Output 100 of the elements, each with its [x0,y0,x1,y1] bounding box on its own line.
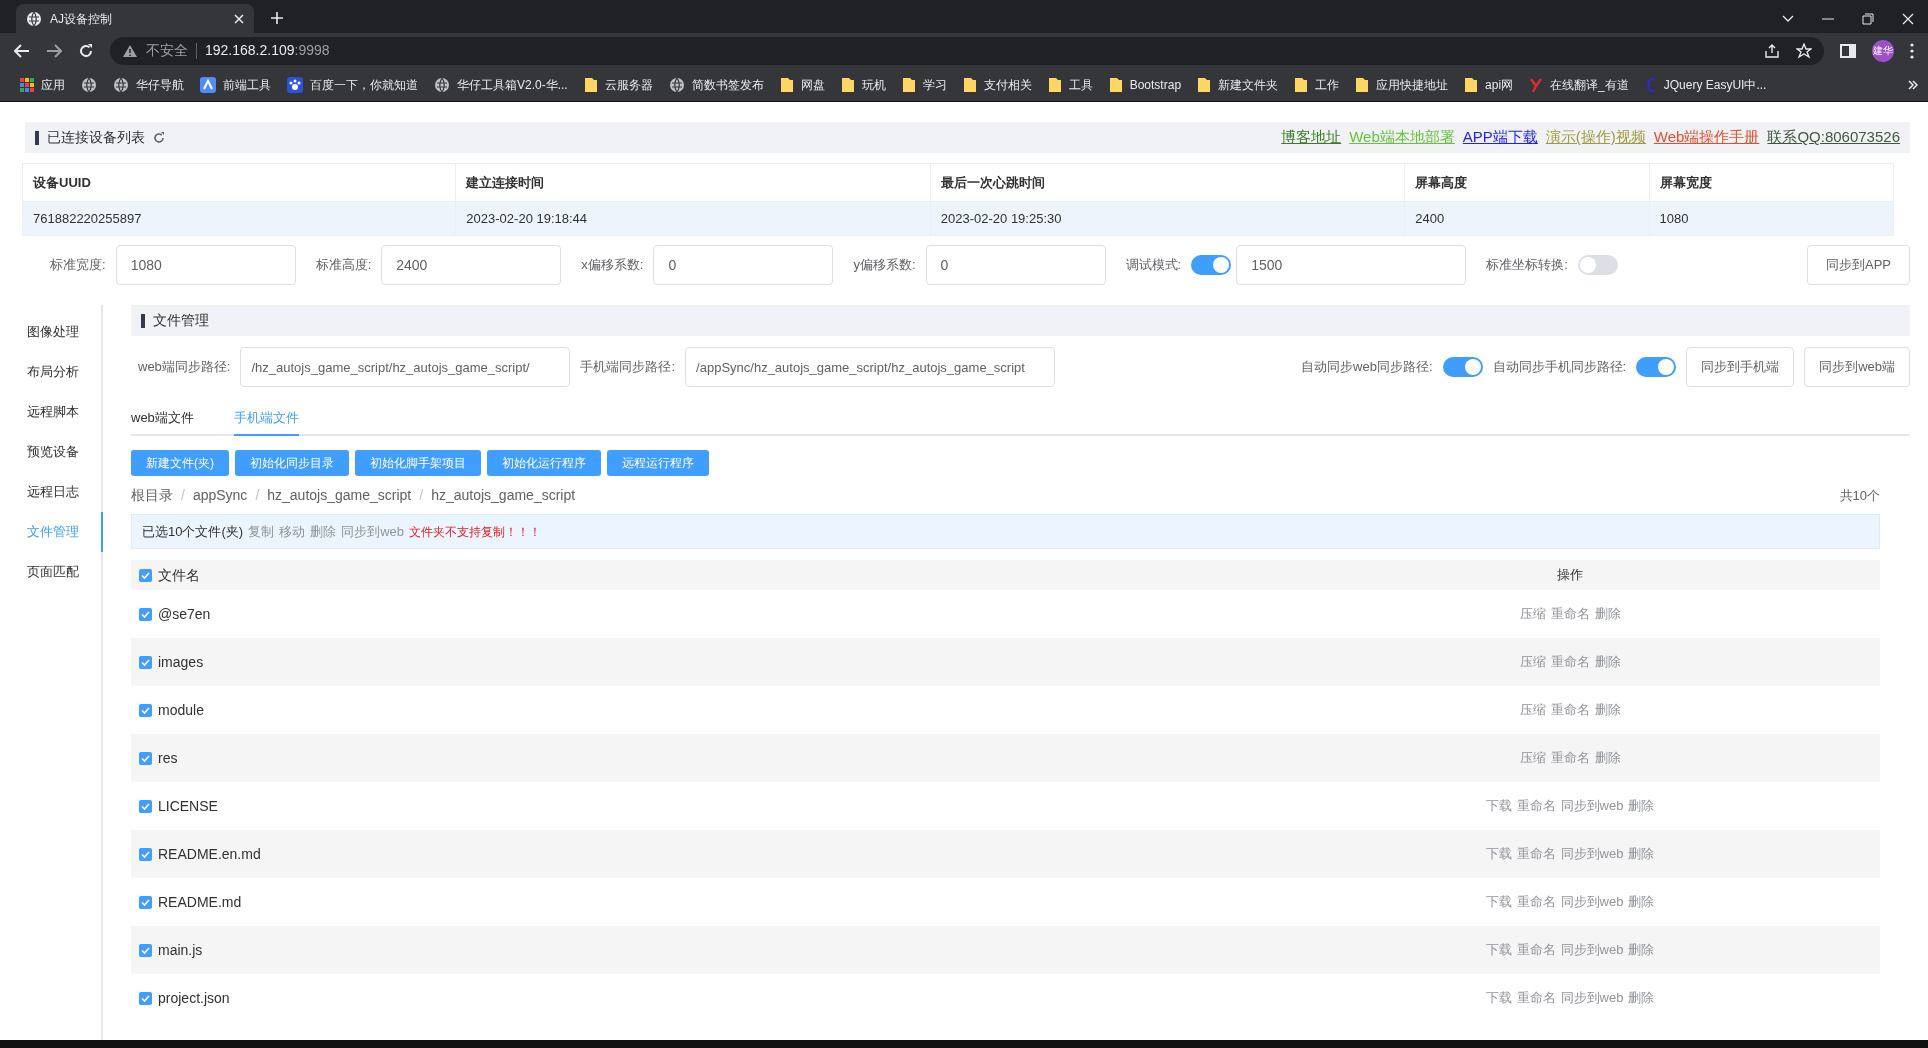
bookmark[interactable]: 简数书签发布 [668,75,764,94]
folder-icon[interactable] [1294,76,1309,93]
row-action-link[interactable]: 删除 [1594,604,1621,624]
input-field[interactable]: /appSync/hz_autojs_game_script/hz_autojs_game_script [685,347,1056,387]
bookmark[interactable]: 华仔工具箱V2.0-华... [434,75,568,94]
checkbox[interactable] [139,607,152,621]
more-bookmarks-icon[interactable] [1908,79,1918,90]
back-arrow-icon[interactable] [14,43,30,58]
sidebar-item[interactable]: 远程脚本 [25,392,103,432]
bookmark[interactable]: 新建文件夹 [1197,75,1279,94]
sync-button[interactable]: 同步到web端 [1804,347,1910,387]
toggle-switch[interactable] [1577,255,1618,275]
bookmark[interactable]: 玩机 [840,75,886,94]
row-action-link[interactable]: 删除 [1628,988,1655,1008]
paw-icon[interactable] [287,76,303,93]
app-tile-icon[interactable] [200,76,216,93]
file-name[interactable]: README.en.md [158,843,261,865]
file-name[interactable]: @se7en [158,603,211,625]
row-action-link[interactable]: 重命名 [1550,700,1590,720]
bookmark[interactable]: 应用快捷地址 [1355,75,1449,94]
checkbox[interactable] [139,568,152,582]
folder-icon[interactable] [1355,76,1370,93]
input-field[interactable]: 0 [925,245,1106,285]
row-action-link[interactable]: 删除 [1628,796,1655,816]
sidebar-item[interactable]: 页面匹配 [25,552,103,592]
sync-button[interactable]: 同步到APP [1807,245,1910,285]
row-action-link[interactable]: 下载 [1485,796,1512,816]
header-link[interactable]: APP端下载 [1462,126,1538,149]
row-action-link[interactable]: 同步到web [1560,796,1624,816]
profile-avatar[interactable]: 建华 [1872,39,1894,62]
toggle-switch[interactable] [1636,357,1677,377]
forward-arrow-icon[interactable] [46,43,62,58]
checkbox[interactable] [139,943,152,957]
bookmark[interactable]: Bootstrap [1108,75,1182,94]
input-field[interactable]: 1080 [115,245,296,285]
breadcrumb-item[interactable]: hz_autojs_game_script [431,485,576,506]
row-action-link[interactable]: 重命名 [1516,988,1556,1008]
file-name[interactable]: project.json [158,987,230,1009]
checkbox[interactable] [139,847,152,861]
header-link[interactable]: Web端操作手册 [1653,126,1760,149]
bookmark[interactable]: 应用 [20,75,65,94]
row-action-link[interactable]: 同步到web [1560,892,1624,912]
breadcrumb-item[interactable]: 根目录 [131,485,173,506]
star-icon[interactable] [1796,42,1812,59]
breadcrumb-item[interactable]: hz_autojs_game_script [267,485,412,506]
row-action-link[interactable]: 压缩 [1519,604,1546,624]
breadcrumb-item[interactable]: appSync [192,485,248,506]
file-name[interactable]: README.md [158,891,242,913]
row-action-link[interactable]: 同步到web [1560,988,1624,1008]
folder-icon[interactable] [1047,76,1062,93]
bookmark[interactable]: 支付相关 [962,75,1032,94]
close-icon[interactable] [234,13,244,24]
share-icon[interactable] [1764,42,1780,59]
header-link[interactable]: 联系QQ:806073526 [1767,126,1900,149]
folder-icon[interactable] [840,76,855,93]
file-name[interactable]: images [158,651,204,673]
bookmark[interactable]: api网 [1464,75,1514,94]
row-action-link[interactable]: 删除 [1628,892,1655,912]
globe-icon[interactable] [434,76,450,93]
globe-icon[interactable] [113,76,129,93]
input-field[interactable]: 2400 [381,245,562,285]
row-action-link[interactable]: 下载 [1485,892,1512,912]
header-link[interactable]: 博客地址 [1281,126,1342,149]
bookmark[interactable]: JQuery EasyUI中... [1644,75,1767,94]
folder-icon[interactable] [779,76,794,93]
sidebar-item[interactable]: 远程日志 [25,472,103,512]
input-field[interactable]: /hz_autojs_game_script/hz_autojs_game_script/ [240,347,571,387]
row-action-link[interactable]: 下载 [1485,988,1512,1008]
side-panel-icon[interactable] [1840,43,1856,58]
bookmark[interactable]: 工作 [1294,75,1340,94]
row-action-link[interactable]: 删除 [1594,700,1621,720]
bookmark[interactable]: 云服务器 [583,75,653,94]
more-menu-icon[interactable] [1910,42,1914,59]
globe-icon[interactable] [668,76,685,93]
file-name[interactable]: module [158,699,204,721]
row-action-link[interactable]: 重命名 [1516,796,1556,816]
chevron-down-icon[interactable] [1782,15,1794,23]
checkbox[interactable] [139,703,152,717]
sync-button[interactable]: 同步到手机端 [1686,347,1795,387]
folder-icon[interactable] [1464,76,1479,93]
input-field[interactable]: 0 [653,245,834,285]
sidebar-item[interactable]: 图像处理 [25,312,103,352]
browser-tab[interactable]: AJ设备控制 [16,4,254,33]
file-name[interactable]: main.js [158,939,203,961]
checkbox[interactable] [139,655,152,669]
y-shape-icon[interactable] [1529,76,1544,93]
reload-icon[interactable] [78,42,94,59]
globe-icon[interactable] [81,76,97,93]
file-name[interactable]: LICENSE [158,795,218,817]
sidebar-item[interactable]: 预览设备 [25,432,103,472]
row-action-link[interactable]: 重命名 [1550,604,1590,624]
close-icon[interactable] [1902,13,1914,25]
new-tab-icon[interactable] [270,11,284,25]
checkbox[interactable] [139,991,152,1005]
checkbox[interactable] [139,799,152,813]
bookmark[interactable]: 在线翻译_有道 [1529,75,1629,94]
bookmark[interactable]: 学习 [901,75,947,94]
folder-icon[interactable] [962,76,977,93]
bookmark[interactable]: 百度一下，你就知道 [287,75,418,94]
restore-icon[interactable] [1862,13,1874,25]
